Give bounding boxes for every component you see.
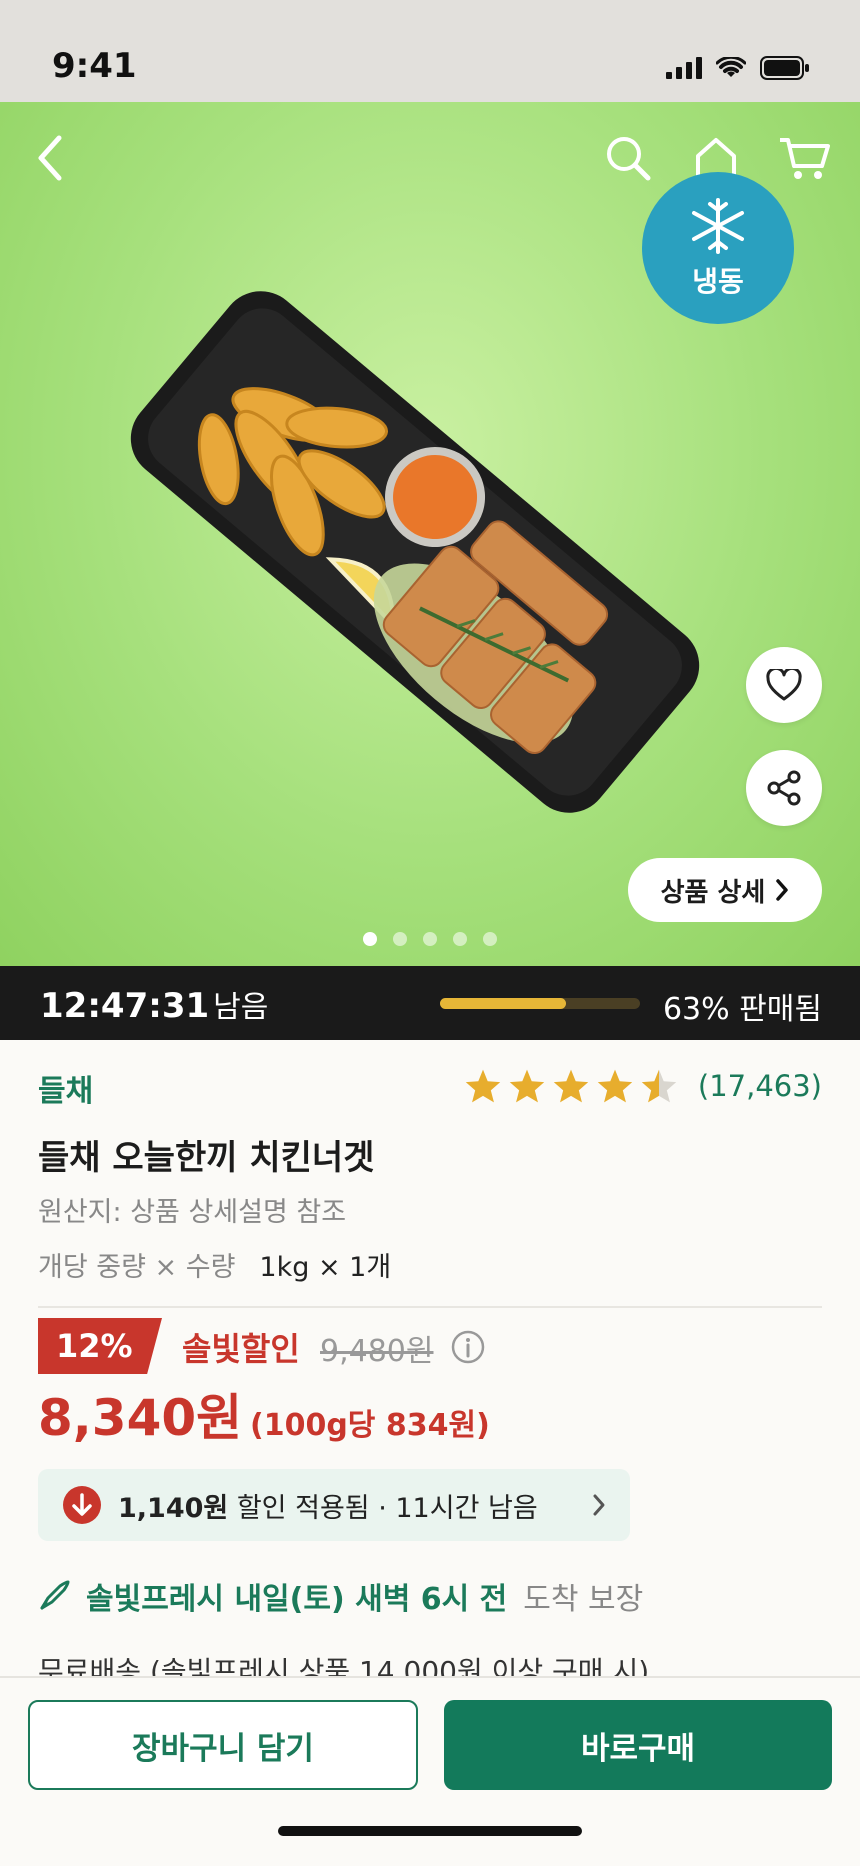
- product-title: 들채 오늘한끼 치킨너겟: [38, 1138, 375, 1178]
- wishlist-button[interactable]: [746, 647, 822, 723]
- weight-row: 개당 중량 × 수량 1kg × 1개: [38, 1245, 391, 1284]
- deal-timer: 12:47:31 남음: [40, 982, 268, 1026]
- info-icon[interactable]: [451, 1330, 485, 1368]
- status-icons: [666, 56, 810, 80]
- wifi-icon: [716, 57, 746, 77]
- snowflake-icon: [692, 198, 744, 254]
- star-icon: [641, 1069, 677, 1103]
- home-indicator: [278, 1826, 582, 1836]
- sold-text: 63% 판매됨: [662, 992, 822, 1027]
- carousel-dot[interactable]: [363, 932, 377, 946]
- add-to-cart-button[interactable]: 장바구니 담기: [28, 1700, 418, 1790]
- timer-value: 12:47:31: [40, 986, 210, 1026]
- carousel-dots: [0, 932, 860, 946]
- sold-progress-bar: [440, 998, 640, 1009]
- status-time: 9:41: [52, 46, 137, 86]
- carousel-dot[interactable]: [393, 932, 407, 946]
- deal-timer-bar: 12:47:31 남음 63% 판매됨: [0, 966, 860, 1040]
- discount-badge: 12%: [38, 1318, 162, 1374]
- product-detail-button[interactable]: 상품 상세: [628, 858, 822, 922]
- chevron-right-icon: [776, 879, 789, 901]
- timer-suffix: 남음: [213, 990, 269, 1025]
- chevron-right-icon: [593, 1494, 605, 1516]
- rocket-icon: [40, 1580, 70, 1610]
- carousel-dot[interactable]: [483, 932, 497, 946]
- bottom-action-bar: 장바구니 담기 바로구매: [0, 1676, 860, 1866]
- coupon-text: 1,140원 할인 적용됨 · 11시간 남음: [118, 1486, 538, 1525]
- unit-price: (100g당 834원): [250, 1408, 490, 1443]
- status-bar: 9:41: [0, 0, 860, 102]
- buy-now-button[interactable]: 바로구매: [444, 1700, 832, 1790]
- delivery-suffix: 도착 보장: [523, 1582, 644, 1617]
- weight-label: 개당 중량 × 수량: [38, 1252, 236, 1283]
- coupon-amount: 1,140원: [118, 1492, 229, 1524]
- star-icon: [465, 1069, 501, 1103]
- product-info: 들채 (17,463) 들채 오늘한끼 치킨너겟 원산지: 상품 상세설명 참조…: [0, 1040, 860, 1680]
- rating[interactable]: (17,463): [464, 1068, 822, 1104]
- star-icon: [597, 1069, 633, 1103]
- battery-icon: [760, 56, 809, 80]
- rating-stars: [464, 1068, 678, 1104]
- search-icon[interactable]: [600, 130, 656, 186]
- star-icon: [509, 1069, 545, 1103]
- sale-label: 솔빛할인: [182, 1330, 300, 1368]
- carousel-dot[interactable]: [423, 932, 437, 946]
- frozen-badge: 냉동: [642, 172, 794, 324]
- carousel-dot[interactable]: [453, 932, 467, 946]
- share-icon: [767, 770, 801, 806]
- sale-price: 8,340원: [38, 1389, 243, 1447]
- back-icon[interactable]: [22, 130, 78, 186]
- origin-text: 원산지: 상품 상세설명 참조: [38, 1197, 347, 1228]
- frozen-label: 냉동: [692, 265, 744, 298]
- weight-value: 1kg × 1개: [259, 1252, 392, 1283]
- down-arrow-icon: [63, 1486, 101, 1524]
- heart-icon: [766, 669, 802, 701]
- coupon-detail: 할인 적용됨 · 11시간 남음: [236, 1492, 538, 1524]
- delivery-info: 솔빛프레시 내일(토) 새벽 6시 전 도착 보장: [38, 1574, 643, 1618]
- share-button[interactable]: [746, 750, 822, 826]
- star-icon: [553, 1069, 589, 1103]
- coupon-banner[interactable]: 1,140원 할인 적용됨 · 11시간 남음: [38, 1469, 630, 1541]
- product-detail-label: 상품 상세: [660, 877, 766, 908]
- delivery-guarantee: 솔빛프레시 내일(토) 새벽 6시 전: [86, 1582, 508, 1617]
- sold-progress-fill: [440, 998, 566, 1009]
- signal-icon: [666, 57, 702, 79]
- cart-icon[interactable]: [776, 130, 832, 186]
- original-price: 9,480원: [320, 1334, 434, 1369]
- rating-count: (17,463): [697, 1069, 822, 1103]
- brand-link[interactable]: 들채: [38, 1066, 93, 1110]
- divider: [38, 1306, 822, 1308]
